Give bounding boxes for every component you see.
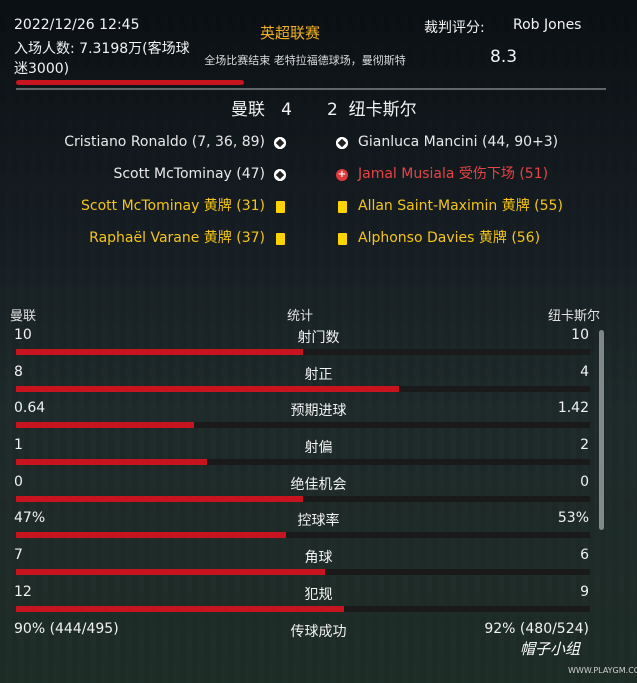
- stat-bar-track: [16, 569, 590, 575]
- stat-bar-fill: [16, 606, 344, 612]
- stat-label: 射偏: [304, 440, 333, 456]
- stat-bar-track: [16, 349, 590, 355]
- stat-bar-fill: [16, 459, 208, 465]
- stat-bar-fill: [16, 422, 194, 428]
- referee-label: 裁判评分:: [424, 20, 485, 36]
- stat-label: 传球成功: [290, 624, 347, 640]
- referee-rating: 8.3: [490, 47, 518, 67]
- stat-row[interactable]: 0 绝佳机会 0: [0, 474, 637, 504]
- stat-home-value: 10: [14, 327, 32, 343]
- stats-home-label: 曼联: [10, 309, 37, 324]
- stat-bar-fill: [16, 496, 303, 502]
- stat-away-value: 4: [580, 364, 589, 380]
- stat-home-value: 0.64: [14, 400, 46, 416]
- stat-away-value: 9: [580, 584, 589, 600]
- accent-bar: [16, 80, 244, 85]
- stat-away-value: 10: [571, 327, 589, 343]
- stat-home-value: 1: [14, 437, 23, 453]
- yellow-card-icon: [276, 233, 285, 245]
- stat-bar-fill: [16, 569, 325, 575]
- away-team-name[interactable]: 纽卡斯尔: [349, 100, 417, 120]
- away-goals: 2: [327, 100, 338, 120]
- stat-home-value: 12: [14, 584, 32, 600]
- stat-away-value: 53%: [557, 510, 589, 526]
- stat-bar-track: [16, 459, 590, 465]
- yellow-card-icon: [338, 233, 347, 245]
- goal-icon: [274, 137, 286, 149]
- watermark-url: WWW.PLAYGM.CC: [568, 666, 637, 675]
- stat-away-value: 92% (480/524): [484, 621, 589, 637]
- away-event-injury[interactable]: Jamal Musiala 受伤下场 (51): [358, 164, 628, 184]
- home-event-card-1[interactable]: Scott McTominay 黄牌 (31): [10, 196, 265, 216]
- stat-label: 犯规: [304, 587, 333, 603]
- home-goals: 4: [281, 100, 292, 120]
- watermark-logo: 帽子小组: [520, 640, 581, 658]
- stat-row[interactable]: 10 射门数 10: [0, 327, 637, 357]
- stat-home-value: 8: [14, 364, 23, 380]
- stat-label: 角球: [304, 550, 333, 566]
- stat-away-value: 0: [580, 474, 589, 490]
- stat-label: 绝佳机会: [290, 477, 347, 493]
- stat-row[interactable]: 47% 控球率 53%: [0, 510, 637, 540]
- yellow-card-icon: [338, 201, 347, 213]
- stat-away-value: 6: [580, 547, 589, 563]
- stat-bar-track: [16, 532, 590, 538]
- stat-bar-fill: [16, 349, 303, 355]
- stat-away-value: 2: [580, 437, 589, 453]
- stat-row[interactable]: 0.64 预期进球 1.42: [0, 400, 637, 430]
- injury-icon: +: [336, 169, 348, 181]
- goal-icon: [274, 169, 286, 181]
- match-datetime: 2022/12/26 12:45: [14, 17, 140, 33]
- stat-label: 预期进球: [290, 403, 347, 419]
- home-team-score: 曼联 4: [200, 95, 292, 120]
- stats-title: 统计: [287, 309, 314, 324]
- yellow-card-icon: [276, 201, 285, 213]
- match-status-venue: 全场比赛结束 老特拉福德球场，曼彻斯特: [204, 54, 406, 67]
- home-event-goal-2[interactable]: Scott McTominay (47): [10, 164, 265, 184]
- referee-name[interactable]: Rob Jones: [513, 17, 581, 33]
- stat-home-value: 7: [14, 547, 23, 563]
- attendance-text: 入场人数: 7.3198万(客场球迷3000): [14, 41, 190, 77]
- stat-row[interactable]: 1 射偏 2: [0, 437, 637, 467]
- divider: [16, 88, 606, 90]
- stats-away-label: 纽卡斯尔: [548, 309, 601, 324]
- home-team-name[interactable]: 曼联: [231, 100, 265, 120]
- home-event-goal-1[interactable]: Cristiano Ronaldo (7, 36, 89): [10, 132, 265, 152]
- stat-home-value: 47%: [14, 510, 46, 526]
- stat-label: 射门数: [297, 330, 340, 346]
- stat-row[interactable]: 8 射正 4: [0, 364, 637, 394]
- home-event-card-2[interactable]: Raphaël Varane 黄牌 (37): [10, 228, 265, 248]
- away-event-card-2[interactable]: Alphonso Davies 黄牌 (56): [358, 228, 628, 248]
- away-event-card-1[interactable]: Allan Saint-Maximin 黄牌 (55): [358, 196, 628, 216]
- stat-row[interactable]: 12 犯规 9: [0, 584, 637, 614]
- stat-home-value: 0: [14, 474, 23, 490]
- competition-title[interactable]: 英超联赛: [200, 22, 380, 43]
- stat-bar-track: [16, 496, 590, 502]
- stat-bar-track: [16, 386, 590, 392]
- stat-bar-track: [16, 422, 590, 428]
- stat-row[interactable]: 7 角球 6: [0, 547, 637, 577]
- stat-bar-fill: [16, 532, 286, 538]
- stat-bar-track: [16, 606, 590, 612]
- stat-away-value: 1.42: [557, 400, 589, 416]
- stat-home-value: 90% (444/495): [14, 621, 119, 637]
- stat-label: 控球率: [297, 513, 340, 529]
- scrollbar[interactable]: [599, 330, 604, 530]
- away-event-goal-1[interactable]: Gianluca Mancini (44, 90+3): [358, 132, 628, 152]
- goal-icon: [336, 137, 348, 149]
- away-team-score: 2 纽卡斯尔: [327, 95, 527, 120]
- stat-label: 射正: [304, 367, 333, 383]
- stat-bar-fill: [16, 386, 399, 392]
